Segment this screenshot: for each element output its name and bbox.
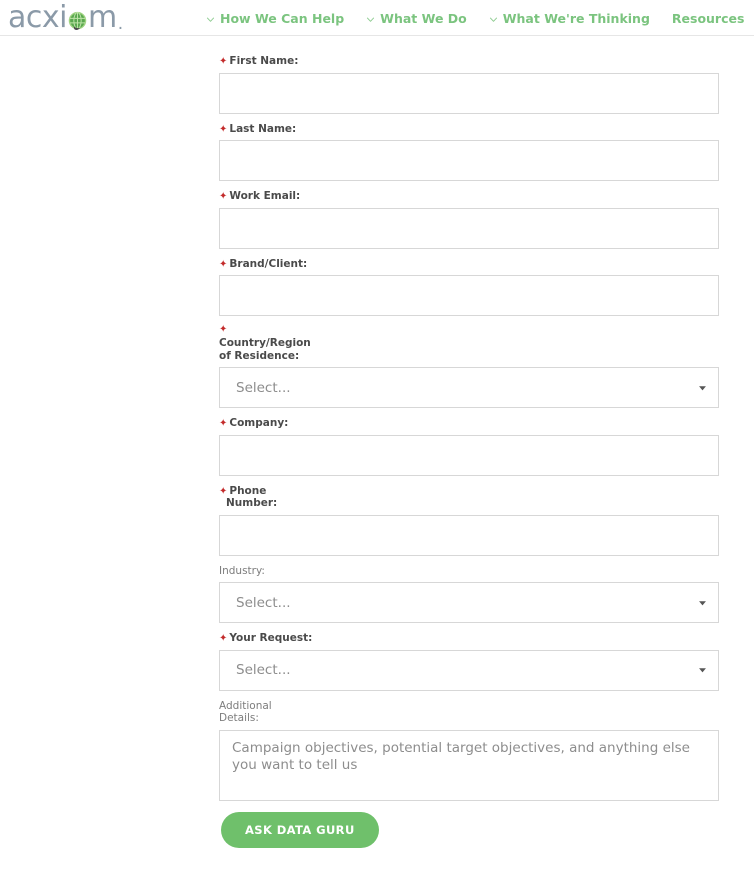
required-marker: ✦ [219,258,228,270]
logo-trademark-dot: . [117,14,123,34]
form-container: ✦ First Name: ✦ Last Name: ✦ Work Email: ✦ B… [0,36,754,848]
field-industry: Industry: Select... [219,564,719,623]
your-request-selected-value: Select... [236,662,291,678]
nav-item-label: Resources [671,10,745,26]
last-name-label: ✦ Last Name: [219,123,719,136]
phone-number-label-line1: Phone [229,484,267,497]
industry-select[interactable]: Select... [219,582,719,623]
country-region-selected-value: Select... [236,379,291,396]
last-name-label-text: Last Name: [229,122,297,135]
required-marker: ✦ [219,418,228,429]
logo-text-before: acxi [8,0,67,35]
nav-item-resources[interactable]: Resources [672,11,745,26]
field-first-name: ✦ First Name: [219,55,719,114]
field-additional-details: Additional Details: [219,700,719,801]
caret-down-icon [698,598,707,607]
phone-number-label: ✦ Phone Number: [219,485,719,510]
industry-label: Industry: [219,564,265,577]
first-name-label-text: First Name: [229,55,299,67]
company-label: ✦ Company: [219,417,719,430]
required-marker: ✦ [219,324,228,335]
work-email-input[interactable] [219,207,719,249]
required-marker: ✦ [219,123,228,135]
submit-row: ASK DATA GURU [221,811,719,848]
country-region-select[interactable]: Select... [219,367,719,408]
country-region-label-line1: Country/Region [219,337,311,349]
field-brand-client: ✦ Brand/Client: [219,258,719,316]
logo-wordmark: acxi m . [8,0,123,35]
field-last-name: ✦ Last Name: [219,123,719,181]
additional-details-label: Additional Details: [219,700,719,725]
nav-item-label: What We're Thinking [502,10,650,26]
field-phone-number: ✦ Phone Number: [219,485,719,556]
required-marker: ✦ [219,191,228,202]
required-marker: ✦ [219,633,228,644]
your-request-label-text: Your Request: [229,632,313,644]
ask-data-guru-button[interactable]: ASK DATA GURU [221,811,379,848]
caret-down-icon [698,383,707,392]
additional-details-textarea[interactable] [219,729,719,801]
nav-item-what-we-do[interactable]: What We Do [366,11,467,26]
additional-details-label-line1: Additional [219,699,272,712]
work-email-label-text: Work Email: [229,190,301,202]
brand-client-label: ✦ Brand/Client: [219,258,719,271]
nav-item-label: How We Can Help [220,10,345,26]
last-name-input[interactable] [219,140,719,181]
brand-client-input[interactable] [219,275,719,316]
country-region-label: ✦ Country/Region of Residence: [219,325,719,362]
work-email-label: ✦ Work Email: [219,190,719,203]
chevron-down-icon [489,15,498,24]
company-label-text: Company: [229,417,289,429]
field-work-email: ✦ Work Email: [219,190,719,249]
logo-text-after: m [87,0,117,35]
company-input[interactable] [219,434,719,476]
brand-client-label-text: Brand/Client: [229,257,308,270]
first-name-input[interactable] [219,72,719,114]
nav-item-how-we-can-help[interactable]: How We Can Help [206,11,344,26]
field-your-request: ✦ Your Request: Select... [219,632,719,691]
chevron-down-icon [206,15,215,24]
phone-number-input[interactable] [219,514,719,556]
main-navigation: How We Can Help What We Do What We're Th… [206,0,754,36]
site-header: acxi m . How We Can Help What We Do What… [0,0,754,36]
nav-item-label: What We Do [380,10,467,26]
your-request-label: ✦ Your Request: [219,632,719,645]
chevron-down-icon [366,15,375,24]
additional-details-label-line2: Details: [219,712,259,724]
globe-icon [67,8,88,30]
required-marker: ✦ [219,56,228,67]
acxiom-logo[interactable]: acxi m . [8,0,123,35]
first-name-label: ✦ First Name: [219,55,719,68]
nav-item-what-were-thinking[interactable]: What We're Thinking [489,11,650,26]
caret-down-icon [698,666,707,675]
your-request-select[interactable]: Select... [219,649,719,691]
contact-form: ✦ First Name: ✦ Last Name: ✦ Work Email: ✦ B… [219,55,719,848]
required-marker: ✦ [219,485,228,497]
industry-selected-value: Select... [236,594,291,611]
field-country-region: ✦ Country/Region of Residence: Select... [219,325,719,408]
phone-number-label-line2: Number: [226,497,278,509]
country-region-label-line2: of Residence: [219,349,300,362]
field-company: ✦ Company: [219,417,719,476]
